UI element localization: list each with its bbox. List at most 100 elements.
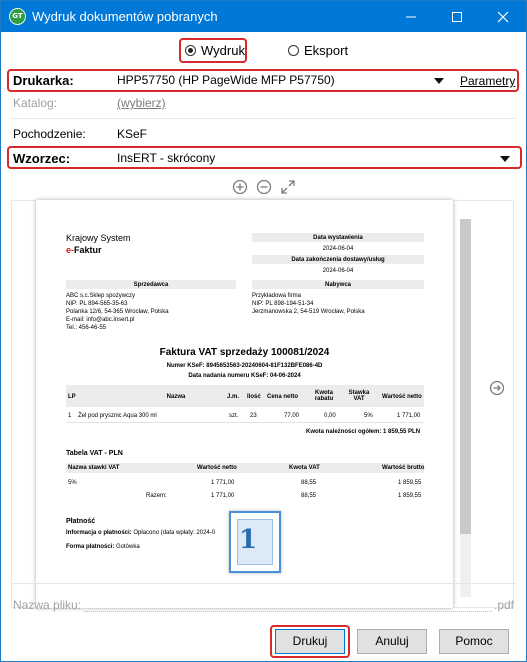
maximize-icon (452, 12, 462, 22)
close-icon (497, 11, 509, 23)
item-cell: 77,00 (284, 413, 300, 419)
vat-cell: 88,55 (301, 480, 317, 486)
payment-form: Forma płatności: Gotówka (66, 544, 140, 550)
radio-export-dot[interactable] (288, 45, 299, 56)
item-cell: 1 (68, 413, 72, 419)
vat-header: Wartość brutto (382, 465, 425, 471)
items-header: Stawka VAT (348, 390, 370, 402)
page-thumbnail[interactable]: 1 (229, 511, 281, 573)
zoom-out-icon[interactable] (256, 179, 272, 195)
seller-line: ABC s.c.Sklep spożywczy (66, 293, 136, 299)
divider (11, 118, 516, 119)
divider (11, 583, 516, 584)
seller-line: E-mail: info@abc.insert.pl (66, 317, 135, 323)
vat-header: Nazwa stawki VAT (68, 465, 120, 471)
buyer-line: Przykładowa firma (252, 293, 302, 299)
vat-cell: 1 771,00 (211, 480, 235, 486)
logo-faktur: Faktur (74, 245, 102, 255)
printer-select[interactable]: HPP57750 (HP PageWide MFP P57750) (117, 73, 335, 87)
radio-print-label: Wydruk (201, 43, 245, 58)
buyer-line: NIP: PL 898-194-51-34 (252, 301, 314, 307)
items-header: Ilość (247, 394, 261, 400)
item-cell: Żel pod prysznic Aqua 300 ml (78, 413, 157, 419)
delivery-date: 2024-06-04 (322, 268, 354, 274)
ksef-number: Numer KSeF: 8945653563-20240604-81F132BF… (166, 363, 323, 369)
vat-table-title: Tabela VAT - PLN (66, 450, 123, 457)
vat-cell: 1 771,00 (211, 493, 235, 499)
catalog-choose-link[interactable]: (wybierz) (117, 96, 166, 110)
due-total: Kwota należności ogółem: 1 859,55 PLN (306, 429, 421, 435)
vat-header: Wartość netto (197, 465, 237, 471)
close-button[interactable] (480, 1, 526, 32)
template-dropdown-icon[interactable] (500, 156, 510, 162)
row-divider (66, 422, 424, 423)
seller-line: NIP: PL 894-565-35-63 (66, 301, 128, 307)
printer-label: Drukarka: (13, 73, 74, 88)
item-cell: 1 771,00 (397, 413, 421, 419)
vat-cell: 5% (68, 480, 77, 486)
origin-label: Pochodzenie: (13, 127, 86, 141)
invoice-title: Faktura VAT sprzedaży 100081/2024 (159, 347, 330, 358)
delivery-date-label: Data zakończenia dostawy/usług (291, 257, 385, 263)
template-row-highlight (7, 146, 522, 169)
item-cell: 0,00 (324, 413, 336, 419)
item-cell: 5% (364, 413, 373, 419)
logo-text-line1: Krajowy System (66, 233, 131, 243)
seller-line: Tel.: 456-46-55 (66, 325, 107, 331)
vat-cell: Razem: (146, 493, 167, 499)
items-header: LP (68, 394, 76, 400)
vat-cell: 1 859,55 (398, 493, 422, 499)
help-button[interactable]: Pomoc (439, 629, 509, 654)
zoom-in-icon[interactable] (232, 179, 248, 195)
items-header: Kwota rabatu (314, 390, 334, 402)
filename-input[interactable] (84, 598, 492, 612)
vat-header-bg (66, 463, 424, 473)
minimize-icon (406, 16, 416, 18)
seller-line: Polanka 12/6, 54-365 Wrocław, Polska (66, 309, 169, 315)
preview-scrollbar[interactable] (460, 219, 471, 597)
maximize-button[interactable] (434, 1, 480, 32)
thumbnail-page-number: 1 (239, 525, 258, 555)
payment-form-value: Gotówka (116, 544, 140, 550)
vat-cell: 88,55 (301, 493, 317, 499)
print-button[interactable]: Drukuj (275, 629, 345, 654)
item-cell: 23 (250, 413, 257, 419)
filename-label: Nazwa pliku: (13, 598, 82, 612)
cancel-button[interactable]: Anuluj (357, 629, 427, 654)
logo-e: e- (66, 245, 75, 255)
payment-form-label: Forma płatności: (66, 544, 115, 550)
issue-date: 2024-06-04 (322, 246, 354, 252)
title-bar[interactable]: GT Wydruk dokumentów pobranych (1, 1, 526, 32)
filename-extension: .pdf (494, 598, 515, 612)
template-select[interactable]: InsERT - skrócony (117, 151, 215, 165)
template-label: Wzorzec: (13, 151, 71, 166)
next-page-icon[interactable] (489, 380, 505, 396)
logo-text-line2: e-Faktur (66, 245, 102, 255)
fit-page-icon[interactable] (280, 179, 296, 195)
parameters-link[interactable]: Parametry (460, 74, 515, 88)
dialog-content: Wydruk Eksport Drukarka: HPP57750 (HP Pa… (1, 32, 526, 661)
payment-title: Płatność (66, 518, 96, 525)
items-header: Wartość netto (382, 394, 422, 400)
items-header: J.m. (227, 394, 240, 400)
print-dialog-window: GT Wydruk dokumentów pobranych Wydruk Ek… (0, 0, 527, 662)
seller-header: Sprzedawca (133, 282, 169, 288)
vat-cell: 1 859,55 (398, 480, 422, 486)
payment-info-value: Opłacono (data wpłaty: 2024-0 (133, 530, 216, 536)
item-cell: szt. (229, 413, 239, 419)
window-title: Wydruk dokumentów pobranych (32, 9, 218, 24)
payment-info: Informacja o płatności: Opłacono (data w… (66, 530, 215, 536)
origin-value: KSeF (117, 127, 148, 141)
vat-header: Kwota VAT (289, 465, 320, 471)
buyer-line: Jerzmanowska 2, 54-519 Wrocław, Polska (252, 309, 365, 315)
items-header: Nazwa (166, 394, 186, 400)
scrollbar-thumb[interactable] (460, 219, 471, 534)
minimize-button[interactable] (388, 1, 434, 32)
buyer-header: Nabywca (324, 282, 351, 288)
radio-print-dot[interactable] (185, 45, 196, 56)
ksef-date: Data nadania numeru KSeF: 04-06-2024 (188, 373, 301, 379)
printer-dropdown-icon[interactable] (434, 78, 444, 84)
app-logo-icon: GT (9, 8, 26, 25)
items-header: Cena netto (267, 394, 299, 400)
catalog-label: Katalog: (13, 96, 58, 110)
